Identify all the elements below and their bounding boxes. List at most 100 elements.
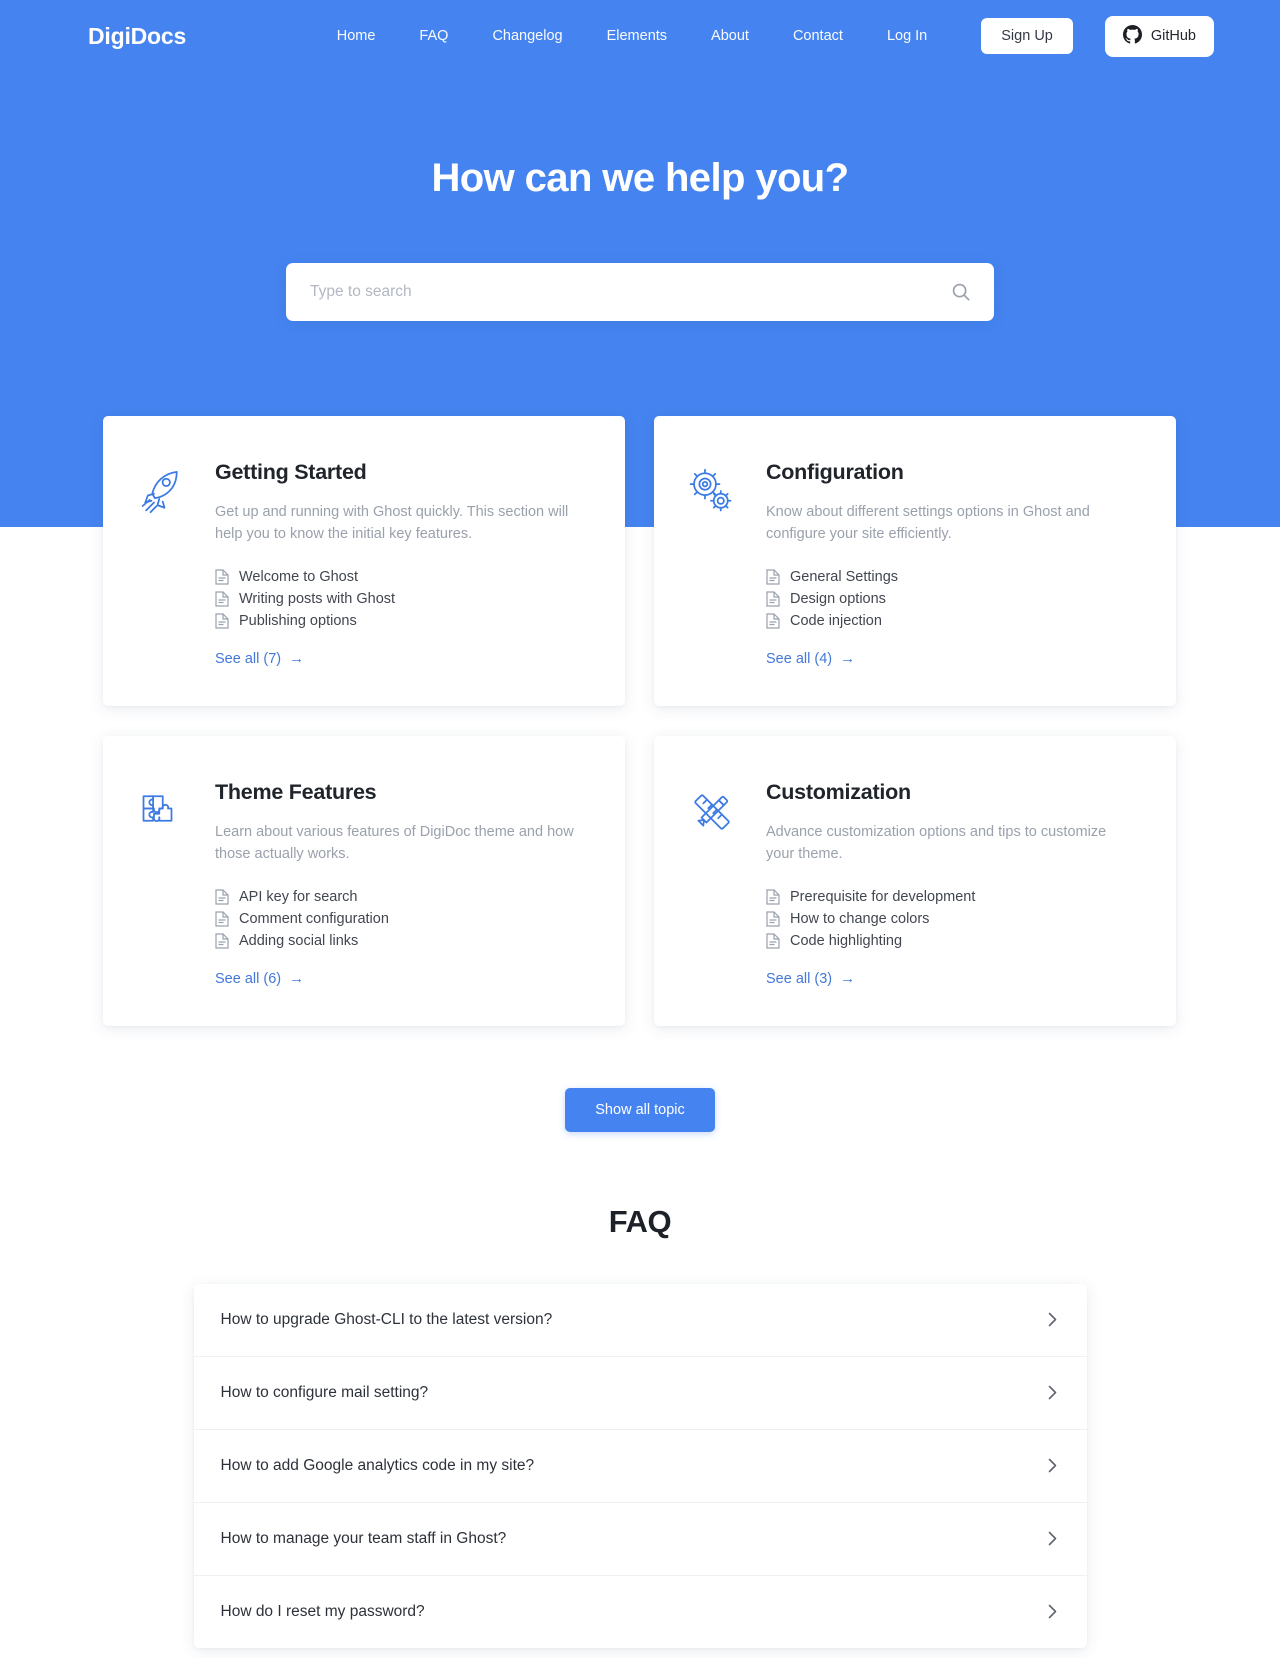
- article-link[interactable]: Writing posts with Ghost: [239, 591, 395, 607]
- faq-question: How to configure mail setting?: [220, 1383, 429, 1401]
- article-item[interactable]: Design options: [766, 588, 1138, 610]
- faq-question: How to manage your team staff in Ghost?: [220, 1529, 507, 1547]
- see-all-label: See all (4): [766, 650, 833, 667]
- topic-article-list: Prerequisite for development How to chan…: [766, 886, 1138, 952]
- arrow-right-icon: →: [840, 970, 856, 988]
- article-item[interactable]: Writing posts with Ghost: [215, 588, 587, 610]
- topic-card-body: Getting Started Get up and running with …: [215, 460, 587, 668]
- topic-card-title: Configuration: [766, 460, 904, 484]
- article-item[interactable]: Adding social links: [215, 930, 587, 952]
- signup-button[interactable]: Sign Up: [981, 18, 1073, 54]
- document-icon: [766, 613, 780, 629]
- topic-article-list: General Settings Design options Code inj…: [766, 566, 1138, 632]
- faq-item[interactable]: How do I reset my password?: [193, 1575, 1087, 1648]
- search-icon[interactable]: [950, 281, 972, 303]
- article-link[interactable]: Prerequisite for development: [790, 889, 975, 905]
- nav-item-about[interactable]: About: [711, 22, 749, 50]
- ruler-pencil-icon: [684, 780, 746, 988]
- chevron-right-icon[interactable]: [1048, 1312, 1057, 1327]
- see-all-link[interactable]: See all (6) →: [215, 970, 304, 987]
- article-link[interactable]: How to change colors: [790, 911, 929, 927]
- document-icon: [215, 591, 229, 607]
- faq-item[interactable]: How to manage your team staff in Ghost?: [193, 1502, 1087, 1576]
- article-link[interactable]: Adding social links: [239, 933, 358, 949]
- article-link[interactable]: Design options: [790, 591, 886, 607]
- article-link[interactable]: API key for search: [239, 889, 357, 905]
- show-all-topic-button[interactable]: Show all topic: [565, 1087, 715, 1132]
- article-item[interactable]: How to change colors: [766, 908, 1138, 930]
- article-link[interactable]: General Settings: [790, 569, 898, 585]
- chevron-right-icon[interactable]: [1048, 1458, 1057, 1473]
- topic-card-body: Configuration Know about different setti…: [766, 460, 1138, 668]
- article-item[interactable]: Publishing options: [215, 610, 587, 632]
- article-item[interactable]: Code highlighting: [766, 930, 1138, 952]
- see-all-link[interactable]: See all (3) →: [766, 970, 855, 987]
- article-item[interactable]: API key for search: [215, 886, 587, 908]
- faq-item[interactable]: How to upgrade Ghost-CLI to the latest v…: [193, 1283, 1087, 1357]
- faq-question: How to add Google analytics code in my s…: [220, 1456, 535, 1474]
- see-all-link[interactable]: See all (7) →: [215, 650, 304, 667]
- document-icon: [215, 911, 229, 927]
- article-item[interactable]: General Settings: [766, 566, 1138, 588]
- topic-card-configuration[interactable]: Configuration Know about different setti…: [654, 416, 1176, 706]
- site-header: DigiDocs Home FAQ Changelog Elements Abo…: [0, 0, 1280, 72]
- arrow-right-icon: →: [840, 650, 856, 668]
- faq-item[interactable]: How to configure mail setting?: [193, 1356, 1087, 1430]
- nav-item-elements[interactable]: Elements: [607, 22, 667, 50]
- article-link[interactable]: Comment configuration: [239, 911, 389, 927]
- topic-card-title: Customization: [766, 779, 911, 804]
- article-link[interactable]: Welcome to Ghost: [239, 569, 358, 585]
- topic-card-description: Get up and running with Ghost quickly. T…: [215, 504, 569, 543]
- topic-card-body: Customization Advance customization opti…: [766, 780, 1138, 988]
- faq-item[interactable]: How to add Google analytics code in my s…: [193, 1429, 1087, 1503]
- document-icon: [766, 911, 780, 927]
- topic-card-title: Theme Features: [215, 779, 377, 804]
- github-button[interactable]: GitHub: [1104, 15, 1214, 57]
- topic-card-description: Know about different settings options in…: [766, 504, 1090, 543]
- see-all-link[interactable]: See all (4) →: [766, 650, 855, 667]
- see-all-label: See all (3): [766, 970, 833, 987]
- topic-card-customization[interactable]: Customization Advance customization opti…: [654, 735, 1176, 1026]
- gears-icon: [684, 460, 746, 668]
- article-link[interactable]: Code highlighting: [790, 933, 902, 949]
- topic-card-theme-features[interactable]: Theme Features Learn about various featu…: [103, 735, 625, 1026]
- document-icon: [215, 569, 229, 585]
- chevron-right-icon[interactable]: [1048, 1385, 1057, 1400]
- page-root: DigiDocs Home FAQ Changelog Elements Abo…: [0, 0, 1280, 1658]
- site-logo[interactable]: DigiDocs: [88, 23, 186, 50]
- see-all-label: See all (7): [215, 650, 282, 667]
- article-item[interactable]: Welcome to Ghost: [215, 566, 587, 588]
- nav-item-faq[interactable]: FAQ: [419, 22, 448, 50]
- topic-cards-grid: Getting Started Get up and running with …: [103, 416, 1177, 1026]
- github-icon: [1122, 24, 1142, 48]
- nav-item-changelog[interactable]: Changelog: [492, 22, 562, 50]
- faq-section: FAQ How to upgrade Ghost-CLI to the late…: [0, 1204, 1280, 1658]
- github-button-label: GitHub: [1150, 28, 1196, 44]
- nav-item-home[interactable]: Home: [337, 22, 376, 50]
- rocket-icon: [133, 460, 195, 668]
- article-item[interactable]: Prerequisite for development: [766, 886, 1138, 908]
- search-input[interactable]: [310, 283, 950, 301]
- show-all-topic-container: Show all topic: [0, 1087, 1280, 1132]
- topic-article-list: API key for search Comment configuration: [215, 886, 587, 952]
- puzzle-icon: [133, 780, 195, 988]
- document-icon: [766, 569, 780, 585]
- nav-item-contact[interactable]: Contact: [793, 22, 843, 50]
- article-link[interactable]: Code injection: [790, 613, 882, 629]
- chevron-right-icon[interactable]: [1048, 1531, 1057, 1546]
- hero-section: How can we help you?: [0, 72, 1280, 321]
- article-item[interactable]: Code injection: [766, 610, 1138, 632]
- faq-heading: FAQ: [608, 1203, 672, 1239]
- topic-card-getting-started[interactable]: Getting Started Get up and running with …: [103, 416, 625, 706]
- document-icon: [215, 933, 229, 949]
- article-link[interactable]: Publishing options: [239, 613, 357, 629]
- article-item[interactable]: Comment configuration: [215, 908, 587, 930]
- search-bar[interactable]: [286, 263, 994, 321]
- nav-item-login[interactable]: Log In: [887, 22, 927, 50]
- arrow-right-icon: →: [289, 970, 305, 988]
- faq-question: How do I reset my password?: [220, 1602, 425, 1620]
- chevron-right-icon[interactable]: [1048, 1604, 1057, 1619]
- document-icon: [766, 889, 780, 905]
- topic-card-description: Advance customization options and tips t…: [766, 823, 1107, 863]
- topic-article-list: Welcome to Ghost Writing posts with Ghos…: [215, 566, 587, 632]
